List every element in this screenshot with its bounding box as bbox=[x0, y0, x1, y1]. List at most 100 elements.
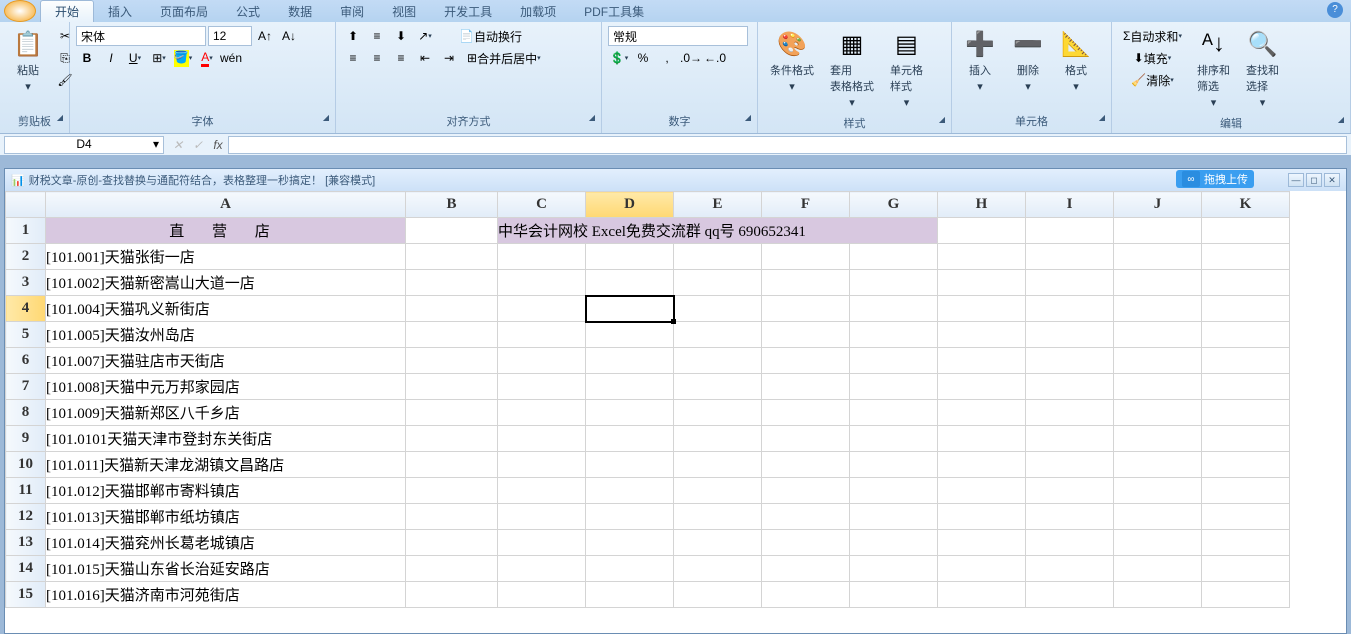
number-format-select[interactable] bbox=[608, 26, 748, 46]
cell-J7[interactable] bbox=[1114, 374, 1202, 400]
cell-E8[interactable] bbox=[674, 400, 762, 426]
cell-B14[interactable] bbox=[406, 556, 498, 582]
cell-G2[interactable] bbox=[850, 244, 938, 270]
cell-H11[interactable] bbox=[938, 478, 1026, 504]
cell-E2[interactable] bbox=[674, 244, 762, 270]
cell-A2[interactable]: [101.001]天猫张街一店 bbox=[46, 244, 406, 270]
cell-B3[interactable] bbox=[406, 270, 498, 296]
maximize-button[interactable]: ◻ bbox=[1306, 173, 1322, 187]
cell-H15[interactable] bbox=[938, 582, 1026, 608]
cell-H2[interactable] bbox=[938, 244, 1026, 270]
percent-button[interactable]: % bbox=[632, 48, 654, 68]
increase-indent-button[interactable]: ⇥ bbox=[438, 48, 460, 68]
cell-F2[interactable] bbox=[762, 244, 850, 270]
row-header-8[interactable]: 8 bbox=[6, 400, 46, 426]
cell-B2[interactable] bbox=[406, 244, 498, 270]
cell-K9[interactable] bbox=[1202, 426, 1290, 452]
cell-H13[interactable] bbox=[938, 530, 1026, 556]
cell-C2[interactable] bbox=[498, 244, 586, 270]
cell-G6[interactable] bbox=[850, 348, 938, 374]
cell-H3[interactable] bbox=[938, 270, 1026, 296]
cell-D11[interactable] bbox=[586, 478, 674, 504]
cell-G14[interactable] bbox=[850, 556, 938, 582]
cell-D8[interactable] bbox=[586, 400, 674, 426]
insert-cells-button[interactable]: ➕插入▾ bbox=[958, 26, 1002, 95]
cell-C15[interactable] bbox=[498, 582, 586, 608]
cell-E13[interactable] bbox=[674, 530, 762, 556]
cell-B10[interactable] bbox=[406, 452, 498, 478]
increase-font-button[interactable]: A↑ bbox=[254, 26, 276, 46]
cell-D10[interactable] bbox=[586, 452, 674, 478]
cell-J13[interactable] bbox=[1114, 530, 1202, 556]
cell-G5[interactable] bbox=[850, 322, 938, 348]
cell-K5[interactable] bbox=[1202, 322, 1290, 348]
cell-K7[interactable] bbox=[1202, 374, 1290, 400]
find-select-button[interactable]: 🔍查找和 选择▾ bbox=[1240, 26, 1285, 111]
increase-decimal-button[interactable]: .0→ bbox=[680, 48, 702, 68]
cell-A9[interactable]: [101.0101天猫天津市登封东关街店 bbox=[46, 426, 406, 452]
cell-H4[interactable] bbox=[938, 296, 1026, 322]
cell-A11[interactable]: [101.012]天猫邯郸市寄料镇店 bbox=[46, 478, 406, 504]
col-header-I[interactable]: I bbox=[1026, 192, 1114, 218]
delete-cells-button[interactable]: ➖删除▾ bbox=[1006, 26, 1050, 95]
cell-H6[interactable] bbox=[938, 348, 1026, 374]
cell-K2[interactable] bbox=[1202, 244, 1290, 270]
cell-I6[interactable] bbox=[1026, 348, 1114, 374]
office-button[interactable] bbox=[4, 0, 36, 22]
cell-A14[interactable]: [101.015]天猫山东省长治延安路店 bbox=[46, 556, 406, 582]
cell-I4[interactable] bbox=[1026, 296, 1114, 322]
align-top-button[interactable]: ⬆ bbox=[342, 26, 364, 46]
row-header-5[interactable]: 5 bbox=[6, 322, 46, 348]
cell-A7[interactable]: [101.008]天猫中元万邦家园店 bbox=[46, 374, 406, 400]
name-box[interactable]: D4 bbox=[4, 136, 164, 154]
cell-A6[interactable]: [101.007]天猫驻店市天街店 bbox=[46, 348, 406, 374]
cell-D9[interactable] bbox=[586, 426, 674, 452]
conditional-format-button[interactable]: 🎨条件格式▾ bbox=[764, 26, 820, 95]
spreadsheet-grid[interactable]: ABCDEFGHIJK1直 营 店中华会计网校 Excel免费交流群 qq号 6… bbox=[5, 191, 1346, 633]
cell-J1[interactable] bbox=[1114, 218, 1202, 244]
decrease-font-button[interactable]: A↓ bbox=[278, 26, 300, 46]
autosum-button[interactable]: Σ 自动求和▾ bbox=[1118, 26, 1187, 46]
decrease-indent-button[interactable]: ⇤ bbox=[414, 48, 436, 68]
cell-B5[interactable] bbox=[406, 322, 498, 348]
row-header-4[interactable]: 4 bbox=[6, 296, 46, 322]
cell-styles-button[interactable]: ▤单元格 样式▾ bbox=[884, 26, 929, 111]
row-header-11[interactable]: 11 bbox=[6, 478, 46, 504]
cell-J11[interactable] bbox=[1114, 478, 1202, 504]
sort-filter-button[interactable]: ᴬ↓排序和 筛选▾ bbox=[1191, 26, 1236, 111]
cell-B8[interactable] bbox=[406, 400, 498, 426]
cell-F3[interactable] bbox=[762, 270, 850, 296]
cell-K13[interactable] bbox=[1202, 530, 1290, 556]
cell-C10[interactable] bbox=[498, 452, 586, 478]
cell-K11[interactable] bbox=[1202, 478, 1290, 504]
cell-B7[interactable] bbox=[406, 374, 498, 400]
cell-C14[interactable] bbox=[498, 556, 586, 582]
row-header-10[interactable]: 10 bbox=[6, 452, 46, 478]
cell-A10[interactable]: [101.011]天猫新天津龙湖镇文昌路店 bbox=[46, 452, 406, 478]
cell-F14[interactable] bbox=[762, 556, 850, 582]
accounting-format-button[interactable]: 💲▾ bbox=[608, 48, 630, 68]
tab-formulas[interactable]: 公式 bbox=[222, 1, 274, 22]
cell-G13[interactable] bbox=[850, 530, 938, 556]
underline-button[interactable]: U▾ bbox=[124, 48, 146, 68]
cell-J5[interactable] bbox=[1114, 322, 1202, 348]
cell-A12[interactable]: [101.013]天猫邯郸市纸坊镇店 bbox=[46, 504, 406, 530]
cell-A1[interactable]: 直 营 店 bbox=[46, 218, 406, 244]
cell-H5[interactable] bbox=[938, 322, 1026, 348]
cell-C13[interactable] bbox=[498, 530, 586, 556]
cell-H7[interactable] bbox=[938, 374, 1026, 400]
col-header-B[interactable]: B bbox=[406, 192, 498, 218]
col-header-F[interactable]: F bbox=[762, 192, 850, 218]
paste-button[interactable]: 📋 粘贴▾ bbox=[6, 26, 50, 95]
cell-J10[interactable] bbox=[1114, 452, 1202, 478]
font-color-button[interactable]: A▾ bbox=[196, 48, 218, 68]
cell-D14[interactable] bbox=[586, 556, 674, 582]
cell-F15[interactable] bbox=[762, 582, 850, 608]
cell-K14[interactable] bbox=[1202, 556, 1290, 582]
fill-color-button[interactable]: 🪣▾ bbox=[172, 48, 194, 68]
cell-J6[interactable] bbox=[1114, 348, 1202, 374]
cell-B12[interactable] bbox=[406, 504, 498, 530]
row-header-2[interactable]: 2 bbox=[6, 244, 46, 270]
cell-I3[interactable] bbox=[1026, 270, 1114, 296]
align-left-button[interactable]: ≡ bbox=[342, 48, 364, 68]
